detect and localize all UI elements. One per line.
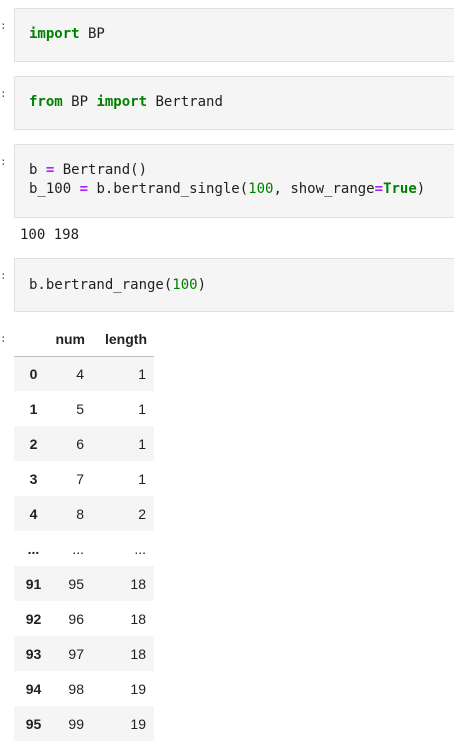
cell-length: 1: [138, 470, 146, 487]
cell-length: ...: [134, 540, 146, 557]
row-index: 3: [29, 470, 38, 487]
table-row: 2 6 1: [14, 426, 154, 461]
code-token: =: [79, 181, 89, 197]
cell-length: 1: [138, 400, 146, 417]
row-index: 94: [25, 680, 42, 697]
cell-length: 18: [130, 645, 146, 662]
cell-length: 18: [130, 575, 146, 592]
code-token: True: [383, 181, 417, 197]
code-token: Bertrand(): [54, 162, 148, 178]
table-row: 3 7 1: [14, 461, 154, 496]
code-token: import: [96, 94, 148, 110]
table-row: .........: [14, 531, 154, 566]
cell-num: 4: [76, 365, 84, 382]
cell-prompt: :: [0, 269, 7, 282]
table-row: 91 95 18: [14, 566, 154, 601]
code-token: b: [29, 162, 46, 178]
cell-length: 1: [138, 365, 146, 382]
code-line: b = Bertrand(): [29, 161, 425, 180]
code-token: ): [416, 181, 426, 197]
cell-length: 19: [130, 680, 146, 697]
table-row: 93 97 18: [14, 636, 154, 671]
row-index: 93: [25, 645, 42, 662]
code-cell-1[interactable]: import BP: [14, 8, 454, 62]
code-token: BP: [79, 26, 105, 42]
code-token: =: [374, 181, 384, 197]
row-index: 95: [25, 715, 42, 732]
code-token: b.bertrand_single(: [88, 181, 249, 197]
cell-prompt: :: [0, 87, 7, 100]
code-token: import: [29, 26, 80, 42]
code-editor[interactable]: import BP: [29, 25, 105, 44]
cell-length: 2: [138, 505, 146, 522]
column-header-num: num: [53, 323, 100, 357]
cell-length: 18: [130, 610, 146, 627]
cell-prompt: :: [0, 19, 7, 32]
table-row: 92 96 18: [14, 601, 154, 636]
code-editor[interactable]: from BP import Bertrand: [29, 93, 223, 112]
code-token: b.bertrand_range(: [29, 277, 173, 293]
cell-num: 96: [68, 610, 84, 627]
code-line: import BP: [29, 25, 105, 44]
code-token: 100: [248, 181, 274, 197]
cell-length: 19: [130, 715, 146, 732]
cell-num: ...: [72, 540, 84, 557]
code-line: b_100 = b.bertrand_single(100, show_rang…: [29, 180, 425, 199]
cell-num: 8: [76, 505, 84, 522]
output-prompt: :: [0, 332, 7, 345]
code-cell-4[interactable]: b.bertrand_range(100): [14, 258, 454, 312]
table-header-row: num length: [14, 323, 154, 357]
cell-num: 99: [68, 715, 84, 732]
code-editor[interactable]: b = Bertrand() b_100 = b.bertrand_single(…: [29, 161, 425, 199]
cell-num: 97: [68, 645, 84, 662]
code-cell-2[interactable]: from BP import Bertrand: [14, 76, 454, 130]
code-token: from: [29, 94, 63, 110]
table-row: 4 8 2: [14, 496, 154, 531]
code-token: ): [197, 277, 207, 293]
row-index: 4: [29, 505, 38, 522]
row-index: 91: [25, 575, 42, 592]
code-token: , show_range: [273, 181, 375, 197]
row-index: 92: [25, 610, 42, 627]
stdout-output: 100 198: [20, 227, 80, 243]
cell-num: 7: [76, 470, 84, 487]
dataframe-table: num length 0 4 1 1 5 1 2 6 1 3 7 1 4 8 2......... 91 95 1…: [14, 323, 154, 741]
cell-num: 98: [68, 680, 84, 697]
row-index: 0: [29, 365, 38, 382]
code-token: b_100: [29, 181, 80, 197]
cell-length: 1: [138, 435, 146, 452]
table-row: 95 99 19: [14, 706, 154, 741]
code-token: Bertrand: [147, 94, 223, 110]
row-index: 2: [29, 435, 38, 452]
row-index: ...: [27, 540, 40, 557]
code-line: b.bertrand_range(100): [29, 276, 206, 295]
cell-num: 5: [76, 400, 84, 417]
code-editor[interactable]: b.bertrand_range(100): [29, 276, 206, 295]
table-row: 0 4 1: [14, 356, 154, 391]
table-row: 94 98 19: [14, 671, 154, 706]
cell-num: 6: [76, 435, 84, 452]
table-row: 1 5 1: [14, 391, 154, 426]
cell-prompt: :: [0, 155, 7, 168]
row-index: 1: [29, 400, 38, 417]
column-header-length: length: [100, 323, 154, 357]
code-cell-3[interactable]: b = Bertrand() b_100 = b.bertrand_single(…: [14, 144, 454, 218]
code-line: from BP import Bertrand: [29, 93, 223, 112]
code-token: BP: [62, 94, 97, 110]
cell-num: 95: [68, 575, 84, 592]
code-token: 100: [172, 277, 198, 293]
index-header: [14, 323, 53, 357]
